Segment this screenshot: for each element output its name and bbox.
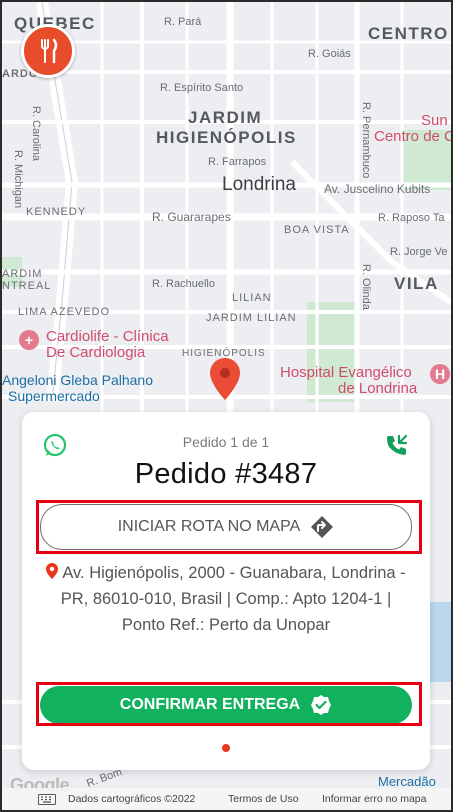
fork-spoon-icon xyxy=(41,38,58,64)
map-label-higienopolis: HIGIENÓPOLIS xyxy=(156,128,297,147)
confirm-delivery-label: CONFIRMAR ENTREGA xyxy=(119,696,301,713)
map-label-r-carolina: R. Carolina xyxy=(30,106,42,162)
map-label-ardim: ARDIM xyxy=(2,268,43,280)
map-label-ntreal: NTREAL xyxy=(2,280,52,292)
keyboard-icon[interactable] xyxy=(38,794,56,805)
app-logo xyxy=(21,24,75,78)
map-label-r-guararapes: R. Guararapes xyxy=(152,210,231,224)
map-data-credit: Dados cartográficos ©2022 xyxy=(68,793,196,805)
map-label-sun: Sun xyxy=(421,112,448,129)
map-label-r-para: R. Pará xyxy=(164,16,202,28)
map-label-angeloni-2: Supermercado xyxy=(8,388,100,404)
delivery-address: Av. Higienópolis, 2000 - Guanabara, Lond… xyxy=(38,560,414,638)
confirm-delivery-button[interactable]: CONFIRMAR ENTREGA xyxy=(40,686,412,724)
directions-icon xyxy=(311,516,334,538)
map-label-mercadao: Mercadão xyxy=(378,774,436,789)
order-title: Pedido #3487 xyxy=(134,458,318,490)
map-label-vila: VILA xyxy=(394,274,439,293)
map-label-r-goias: R. Goiás xyxy=(308,48,351,60)
phone-icon xyxy=(387,434,408,455)
map-label-centro: CENTRO xyxy=(368,24,449,43)
pagination-dot-active[interactable] xyxy=(222,744,230,752)
map-label-jardim: JARDIM xyxy=(188,108,263,127)
map-label-r-jorge-ve: R. Jorge Ve xyxy=(390,246,448,258)
map-label-lima-azevedo: LIMA AZEVEDO xyxy=(18,306,111,318)
start-route-label: INICIAR ROTA NO MAPA xyxy=(117,518,301,535)
map-label-r-raposo-ta: R. Raposo Ta xyxy=(378,212,445,224)
map-label-r-farrapos: R. Farrapos xyxy=(208,156,267,168)
map-label-r-rachuello: R. Rachuello xyxy=(152,278,215,290)
map-label-londrina: Londrina xyxy=(222,174,296,195)
map-label-r-pernambuco: R. Pernambuco xyxy=(360,102,372,179)
start-route-button[interactable]: INICIAR ROTA NO MAPA xyxy=(40,504,412,550)
map-label-r-espirito-santo: R. Espírito Santo xyxy=(160,82,244,94)
terms-of-use-link[interactable]: Termos de Uso xyxy=(228,793,299,805)
map-label-r-michigan: R. Michigan xyxy=(12,150,24,209)
report-map-error-link[interactable]: Informar erro no mapa xyxy=(322,793,426,805)
call-button[interactable] xyxy=(384,432,410,458)
map-label-lilian: LILIAN xyxy=(232,292,272,304)
location-pin-icon xyxy=(46,563,59,579)
map-label-cardiolife-1: Cardiolife - Clínica xyxy=(46,328,169,345)
hospital-pin-icon: + xyxy=(19,330,39,350)
map-label-r-olinda: R. Olinda xyxy=(360,264,372,310)
verified-check-icon xyxy=(311,695,332,715)
destination-pin-icon[interactable] xyxy=(210,358,240,400)
map-label-hospital-2: de Londrina xyxy=(338,380,418,397)
map-label-boa-vista: BOA VISTA xyxy=(284,224,350,236)
delivery-address-text: Av. Higienópolis, 2000 - Guanabara, Lond… xyxy=(60,564,406,634)
map-label-centro-de-c: Centro de C xyxy=(374,128,451,145)
map-label-av-juscelino: Av. Juscelino Kubits xyxy=(324,182,431,196)
map-label-cardiolife-2: De Cardiologia xyxy=(46,344,146,361)
map-label-jardim-lilian: JARDIM LILIAN xyxy=(206,312,297,324)
map-attribution-bar: Dados cartográficos ©2022 Termos de Uso … xyxy=(2,788,451,810)
order-card: Pedido 1 de 1 Pedido #3487 INICIAR ROTA … xyxy=(22,412,430,770)
order-counter: Pedido 1 de 1 xyxy=(182,434,270,450)
app-frame: QUEBEC R. Pará CENTRO R. Goiás ARDO R. E… xyxy=(2,2,451,810)
map-label-angeloni-1: Angeloni Gleba Palhano xyxy=(2,372,154,388)
map-label-kennedy: KENNEDY xyxy=(26,206,87,218)
map-label-hospital-1: Hospital Evangélico xyxy=(280,364,412,381)
hospital-pin-icon: H xyxy=(430,364,450,384)
